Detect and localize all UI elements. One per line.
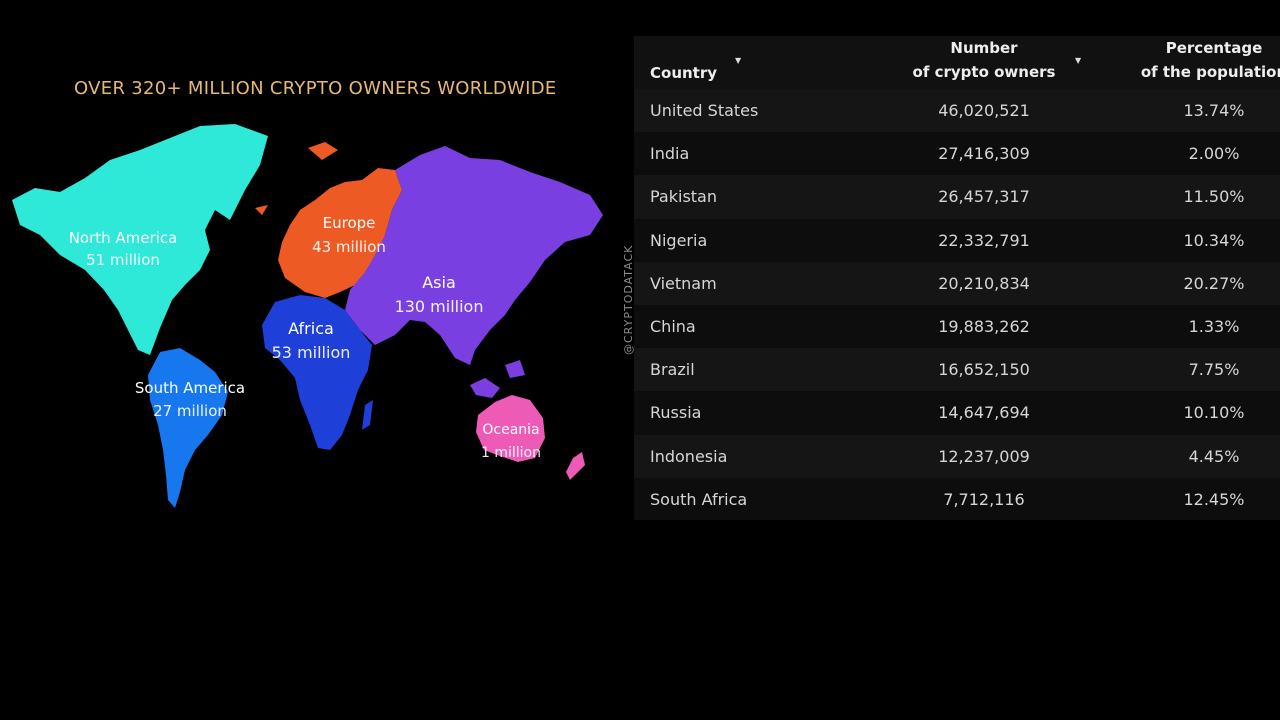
table-header: Country ▼ Number of crypto owners ▼ Perc… — [634, 36, 1280, 89]
table-row: Pakistan 26,457,317 11.50% — [634, 175, 1280, 219]
cell-country: Nigeria — [650, 230, 708, 250]
cell-country: Russia — [650, 403, 702, 423]
cell-number: 14,647,694 — [938, 403, 1030, 423]
label-asia-value: 130 million — [395, 297, 484, 316]
header-country-label: Country — [650, 64, 718, 82]
region-south-america — [148, 348, 228, 508]
cell-number: 26,457,317 — [938, 187, 1030, 207]
cell-country: Pakistan — [650, 187, 717, 207]
label-oceania-name: Oceania — [482, 422, 539, 438]
label-oceania-value: 1 million — [481, 445, 541, 461]
region-madagascar — [362, 400, 373, 430]
cell-percentage: 2.00% — [1188, 144, 1240, 164]
region-asia-islands — [470, 360, 525, 398]
label-asia-name: Asia — [422, 273, 456, 292]
world-map: North America 51 million Europe 43 milli… — [12, 124, 603, 508]
crypto-owners-table: Country ▼ Number of crypto owners ▼ Perc… — [634, 36, 1280, 520]
cell-number: 7,712,116 — [943, 489, 1025, 509]
cell-number: 22,332,791 — [938, 230, 1030, 250]
table-body: United States 46,020,521 13.74% India 27… — [634, 89, 1280, 520]
cell-number: 27,416,309 — [938, 144, 1030, 164]
table-row: India 27,416,309 2.00% — [634, 132, 1280, 176]
cell-country: Vietnam — [650, 273, 717, 293]
label-africa-value: 53 million — [272, 343, 351, 362]
cell-country: China — [650, 317, 696, 337]
header-percentage[interactable]: Percentage of the population — [1114, 36, 1280, 84]
cell-number: 12,237,009 — [938, 446, 1030, 466]
cell-country: South Africa — [650, 489, 748, 509]
table-row: Indonesia 12,237,009 4.45% — [634, 434, 1280, 478]
label-south-america-value: 27 million — [153, 402, 227, 420]
header-percentage-line1: Percentage — [1165, 39, 1263, 57]
cell-percentage: 7.75% — [1188, 360, 1240, 380]
table-row: United States 46,020,521 13.74% — [634, 89, 1280, 133]
header-number-line1: Number — [950, 39, 1018, 57]
cell-number: 16,652,150 — [938, 360, 1030, 380]
table-row: Russia 14,647,694 10.10% — [634, 391, 1280, 435]
cell-percentage: 20.27% — [1183, 273, 1245, 293]
table-row: China 19,883,262 1.33% — [634, 304, 1280, 349]
cell-percentage: 12.45% — [1183, 489, 1245, 509]
sort-country-icon[interactable]: ▼ — [735, 56, 741, 65]
cell-percentage: 10.34% — [1183, 230, 1245, 250]
table-row: South Africa 7,712,116 12.45% — [634, 477, 1280, 520]
table-row: Vietnam 20,210,834 20.27% — [634, 261, 1280, 305]
cell-country: Indonesia — [650, 446, 728, 466]
cell-number: 19,883,262 — [938, 317, 1030, 337]
label-north-america-value: 51 million — [86, 251, 160, 269]
label-europe-value: 43 million — [312, 238, 386, 256]
header-country[interactable]: Country — [650, 61, 717, 85]
label-north-america-name: North America — [69, 229, 178, 247]
cell-number: 20,210,834 — [938, 273, 1030, 293]
header-number-line2: of crypto owners — [912, 63, 1056, 81]
cell-percentage: 4.45% — [1188, 446, 1240, 466]
cell-country: United States — [650, 101, 759, 121]
region-new-zealand — [566, 452, 585, 480]
cell-percentage: 11.50% — [1183, 187, 1245, 207]
header-percentage-line2: of the population — [1140, 63, 1280, 81]
label-europe-name: Europe — [323, 214, 376, 232]
cell-number: 46,020,521 — [938, 101, 1030, 121]
world-map-panel: North America 51 million Europe 43 milli… — [0, 60, 630, 530]
cell-country: Brazil — [650, 360, 695, 380]
cell-percentage: 1.33% — [1188, 317, 1240, 337]
cell-percentage: 10.10% — [1183, 403, 1245, 423]
table-row: Brazil 16,652,150 7.75% — [634, 348, 1280, 392]
header-number[interactable]: Number of crypto owners — [884, 36, 1084, 84]
label-africa-name: Africa — [288, 319, 334, 338]
sort-number-icon[interactable]: ▼ — [1075, 56, 1081, 65]
cell-country: India — [650, 144, 690, 164]
label-south-america-name: South America — [135, 379, 245, 397]
map-title: OVER 320+ MILLION CRYPTO OWNERS WORLDWID… — [74, 78, 557, 99]
cell-percentage: 13.74% — [1183, 101, 1245, 121]
table-row: Nigeria 22,332,791 10.34% — [634, 218, 1280, 262]
